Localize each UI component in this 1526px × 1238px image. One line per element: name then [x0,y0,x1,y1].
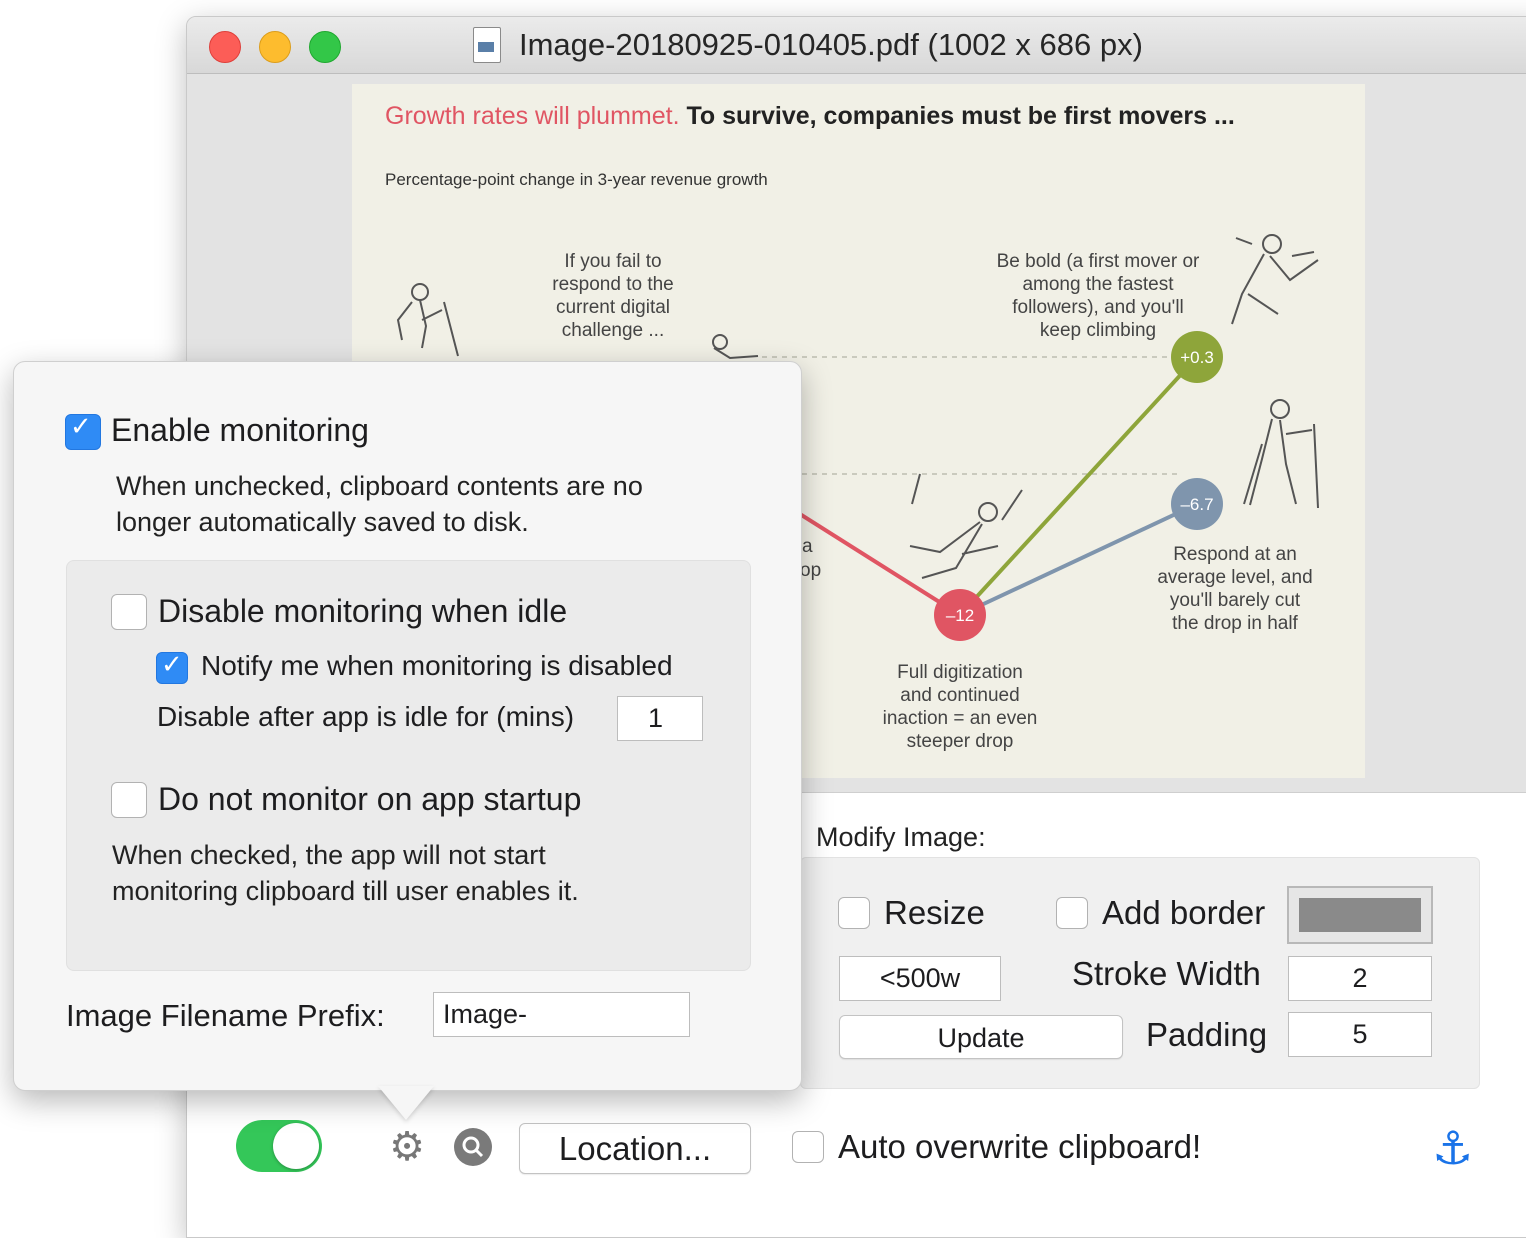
no-startup-desc-1: When checked, the app will not start [112,840,546,870]
no-startup-label: Do not monitor on app startup [158,781,582,817]
modify-image-heading: Modify Image: [816,822,986,852]
stroke-width-label: Stroke Width [1072,955,1261,992]
hiker-left-sketch [396,283,459,357]
border-color-swatch [1299,898,1421,932]
annotation-partial-op: op [800,560,821,581]
filename-prefix-field[interactable]: Image- [433,992,690,1037]
annotation-bold-2: among the fastest [1022,274,1174,295]
padding-label: Padding [1146,1016,1268,1053]
settings-popover: Enable monitoring When unchecked, clipbo… [13,361,802,1091]
pdf-document-icon [473,27,501,63]
annotation-partial-a: a [802,536,813,557]
notify-disabled-label: Notify me when monitoring is disabled [201,650,673,681]
title-bar[interactable]: Image-20180925-010405.pdf (1002 x 686 px… [187,17,1526,74]
annotation-full-2: and continued [900,685,1019,706]
idle-minutes-field[interactable]: 1 [617,696,703,741]
monitoring-toggle[interactable] [236,1120,322,1172]
annotation-bold-4: keep climbing [1040,320,1156,341]
enable-monitoring-desc-1: When unchecked, clipboard contents are n… [116,471,643,501]
notify-disabled-checkbox[interactable] [156,650,188,684]
resize-label: Resize [884,894,985,931]
update-button[interactable]: Update [839,1015,1123,1059]
annotation-fail-3: current digital [556,297,670,318]
climber-partial-sketch [712,334,759,360]
add-border-label: Add border [1102,894,1266,931]
annotation-full-4: steeper drop [907,731,1014,752]
annotation-respond-3: you'll barely cut [1170,590,1301,611]
location-button[interactable]: Location... [519,1123,751,1174]
auto-overwrite-checkbox[interactable] [792,1131,824,1163]
magnifier-icon[interactable] [454,1128,492,1166]
annotation-full-3: inaction = an even [883,708,1038,729]
toggle-knob [273,1123,319,1169]
auto-overwrite-label: Auto overwrite clipboard! [838,1128,1202,1165]
close-window-button[interactable] [209,31,241,63]
series-line-respond [959,502,1198,617]
zoom-window-button[interactable] [309,31,341,63]
window-title: Image-20180925-010405.pdf (1002 x 686 px… [519,27,1143,62]
label-bold: +0.3 [1180,348,1214,367]
filename-prefix-label: Image Filename Prefix: [66,998,385,1033]
anchor-icon[interactable]: ⚓ [1432,1124,1473,1172]
resize-checkbox[interactable] [838,897,870,929]
enable-monitoring-label: Enable monitoring [111,412,369,448]
add-border-checkbox[interactable] [1056,897,1088,929]
enable-monitoring-checkbox[interactable] [65,412,101,450]
annotation-fail-2: respond to the [552,274,673,295]
no-startup-desc-2: monitoring clipboard till user enables i… [112,876,579,906]
falling-climber-sketch [909,473,1023,579]
climber-top-right-sketch [1231,234,1319,325]
hiker-right-sketch [1243,399,1319,509]
idle-minutes-label: Disable after app is idle for (mins) [157,701,575,732]
annotation-respond-2: average level, and [1157,567,1312,588]
idle-settings-group: Disable monitoring when idle Notify me w… [66,560,751,971]
annotation-full-1: Full digitization [897,662,1023,683]
stroke-width-field[interactable]: 2 [1288,956,1432,1001]
annotation-fail-1: If you fail to [564,251,661,272]
popover-arrow [378,1086,434,1120]
no-startup-checkbox[interactable] [111,782,147,818]
label-respond: –6.7 [1180,495,1213,514]
gear-icon[interactable]: ⚙ [386,1126,428,1168]
enable-monitoring-desc-2: longer automatically saved to disk. [116,507,529,537]
minimize-window-button[interactable] [259,31,291,63]
resize-size-field[interactable]: <500w [839,956,1001,1001]
label-full: –12 [946,606,974,625]
annotation-bold-1: Be bold (a first mover or [997,251,1200,272]
annotation-bold-3: followers), and you'll [1012,297,1184,318]
padding-field[interactable]: 5 [1288,1012,1432,1057]
annotation-respond-1: Respond at an [1173,544,1297,565]
disable-idle-checkbox[interactable] [111,594,147,630]
border-color-well[interactable] [1287,886,1433,944]
annotation-respond-4: the drop in half [1172,613,1298,634]
annotation-fail-4: challenge ... [562,320,664,341]
magnifier-glyph [462,1136,484,1158]
disable-idle-label: Disable monitoring when idle [158,593,568,629]
